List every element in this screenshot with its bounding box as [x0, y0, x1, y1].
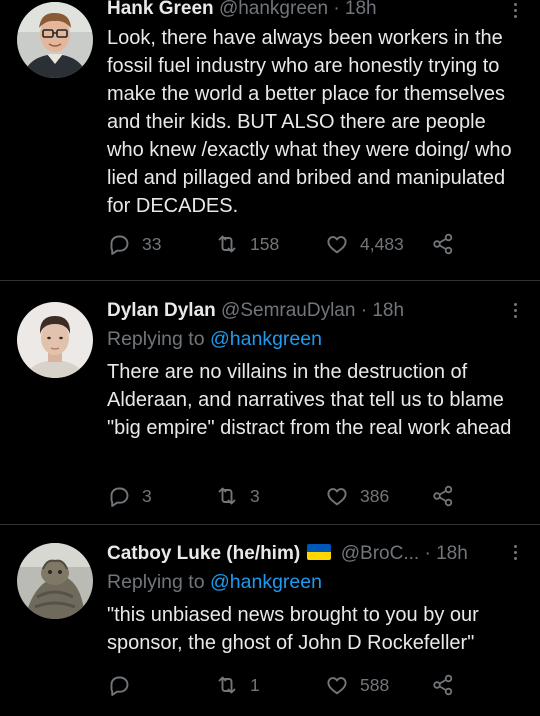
tweet-header: Hank Green @hankgreen · 18h — [107, 0, 500, 22]
like-button[interactable]: 588 — [325, 672, 389, 698]
tweet-time[interactable]: 18h — [436, 543, 468, 564]
tweet-header: Catboy Luke (he/him) @BroC... · 18h — [107, 541, 500, 567]
share-icon — [433, 674, 453, 696]
share-button[interactable] — [431, 483, 455, 509]
author-handle[interactable]: @hankgreen — [219, 0, 328, 19]
author-name[interactable]: Dylan Dylan — [107, 300, 216, 321]
like-count: 4,483 — [360, 233, 404, 254]
share-button[interactable] — [431, 672, 455, 698]
like-count: 386 — [360, 485, 390, 506]
replying-to-label: Replying to — [107, 328, 205, 350]
reply-icon — [110, 676, 129, 696]
author-name[interactable]: Hank Green — [107, 0, 214, 19]
replying-to: Replying to @hankgreen — [107, 568, 322, 596]
reply-icon — [110, 487, 129, 507]
like-count: 588 — [360, 674, 390, 695]
retweet-count: 3 — [250, 485, 260, 506]
share-icon — [433, 233, 453, 255]
tweet-header: Dylan Dylan @SemrauDylan · 18h — [107, 298, 500, 324]
share-icon — [433, 485, 453, 507]
retweet-icon — [218, 676, 236, 694]
author-handle[interactable]: @BroC... — [341, 543, 419, 564]
author-handle[interactable]: @SemrauDylan — [221, 300, 355, 321]
replying-to-handle[interactable]: @hankgreen — [210, 328, 322, 350]
retweet-button[interactable]: 3 — [215, 483, 260, 509]
tweet-text: There are no villains in the destruction… — [107, 361, 512, 439]
author-name[interactable]: Catboy Luke (he/him) — [107, 543, 300, 564]
tweet-text: Look, there have always been workers in … — [107, 27, 512, 217]
tweet-catboy-luke[interactable]: Catboy Luke (he/him) @BroC... · 18h Repl… — [0, 525, 540, 716]
replying-to-handle[interactable]: @hankgreen — [210, 571, 322, 593]
share-button[interactable] — [431, 231, 455, 257]
reply-count: 3 — [142, 485, 152, 506]
tweet-text: "this unbiased news brought to you by ou… — [107, 604, 479, 654]
reply-button[interactable]: 3 — [107, 483, 152, 509]
avatar-dylan-dylan[interactable] — [17, 302, 93, 378]
reply-button[interactable]: 33 — [107, 231, 161, 257]
tweet-hank-green[interactable]: Hank Green @hankgreen · 18h Look, there … — [0, 0, 540, 280]
reply-icon — [110, 235, 129, 255]
reply-button[interactable] — [107, 672, 142, 698]
retweet-icon — [218, 487, 236, 505]
more-icon[interactable] — [512, 3, 518, 21]
tweet-time[interactable]: 18h — [372, 300, 404, 321]
header-separator: · — [333, 0, 340, 19]
avatar-catboy-luke[interactable] — [17, 543, 93, 619]
replying-to: Replying to @hankgreen — [107, 325, 322, 353]
tweet-actions: 3 3 386 — [107, 483, 527, 509]
heart-icon — [327, 488, 347, 506]
more-icon[interactable] — [512, 545, 518, 563]
retweet-count: 158 — [250, 233, 280, 254]
heart-icon — [327, 236, 347, 254]
reply-count: 33 — [142, 233, 162, 254]
retweet-button[interactable]: 158 — [215, 231, 279, 257]
retweet-icon — [218, 235, 236, 253]
tweet-actions: 33 158 4,483 — [107, 231, 527, 257]
avatar-hank-green[interactable] — [17, 2, 93, 78]
like-button[interactable]: 386 — [325, 483, 389, 509]
replying-to-label: Replying to — [107, 571, 205, 593]
more-icon[interactable] — [512, 303, 518, 321]
header-separator: · — [360, 300, 368, 321]
header-separator: · — [424, 543, 431, 564]
heart-icon — [327, 677, 347, 695]
like-button[interactable]: 4,483 — [325, 231, 404, 257]
tweet-time[interactable]: 18h — [345, 0, 377, 19]
tweet-dylan-dylan[interactable]: Dylan Dylan @SemrauDylan · 18h Replying … — [0, 281, 540, 524]
retweet-count: 1 — [250, 674, 260, 695]
tweet-actions: 1 588 — [107, 672, 527, 698]
ukraine-flag-icon — [307, 544, 332, 560]
retweet-button[interactable]: 1 — [215, 672, 260, 698]
